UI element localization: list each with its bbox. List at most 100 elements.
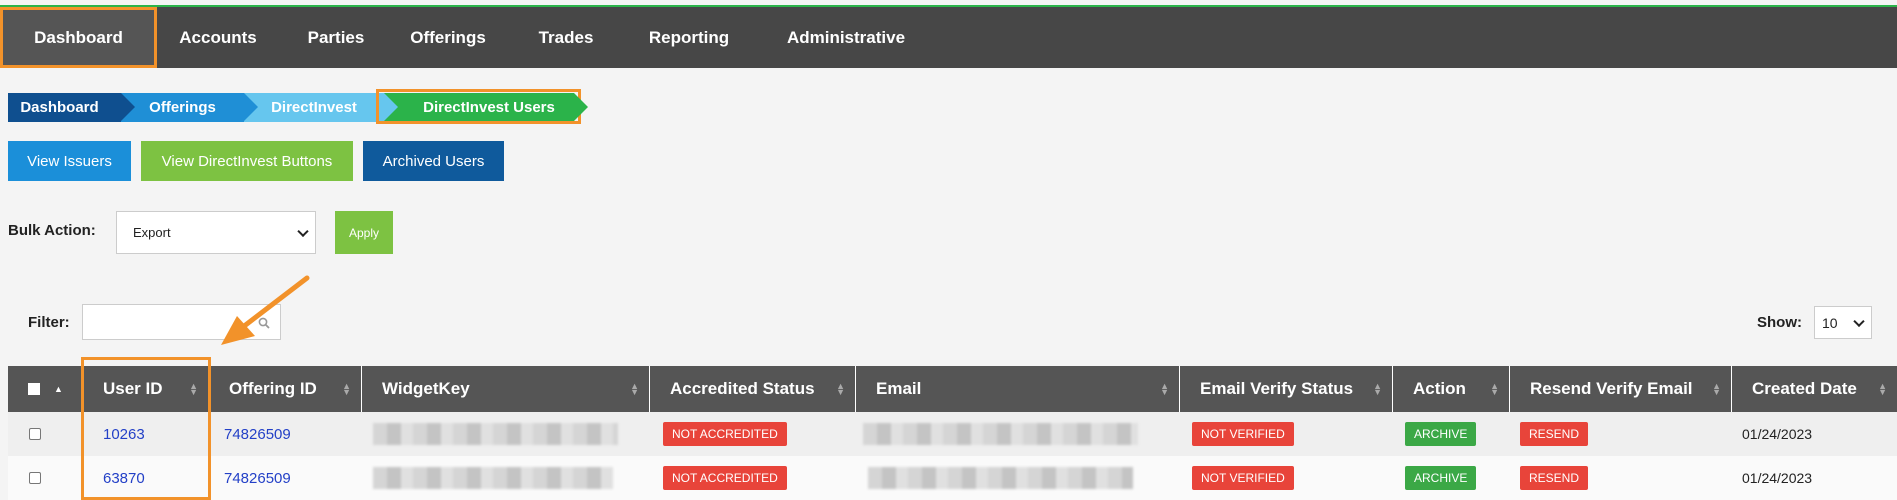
resend-cell: RESEND	[1520, 412, 1589, 456]
view-directinvest-buttons-button[interactable]: View DirectInvest Buttons	[141, 141, 353, 181]
accredited-status-badge: NOT ACCREDITED	[663, 422, 787, 446]
show-label: Show:	[1757, 314, 1802, 331]
breadcrumb-dashboard[interactable]: Dashboard	[8, 93, 135, 122]
breadcrumb-directinvest-label: DirectInvest	[271, 99, 357, 116]
main-nav: Dashboard Accounts Parties Offerings Tra…	[0, 7, 1897, 68]
offering-id-cell: 74826509	[224, 456, 291, 500]
breadcrumb-offerings[interactable]: Offerings	[121, 93, 258, 122]
sort-icon: ▲ ▼	[1878, 381, 1887, 397]
resend-cell: RESEND	[1520, 456, 1589, 500]
header-action-label: Action	[1413, 379, 1466, 398]
resend-button[interactable]: RESEND	[1520, 466, 1589, 490]
select-all-header[interactable]: ▲	[8, 366, 82, 412]
apply-button[interactable]: Apply	[335, 211, 393, 254]
nav-trades[interactable]: Trades	[503, 7, 629, 68]
breadcrumb-arrow-icon	[244, 93, 258, 121]
header-widgetkey-label: WidgetKey	[382, 379, 470, 398]
nav-reporting[interactable]: Reporting	[629, 7, 749, 68]
nav-offerings[interactable]: Offerings	[393, 7, 503, 68]
nav-parties-label: Parties	[307, 27, 365, 47]
nav-dashboard-label: Dashboard	[34, 27, 123, 47]
header-accredited-status[interactable]: Accredited Status ▲ ▼	[649, 366, 855, 412]
sort-icon: ▲ ▼	[1160, 381, 1169, 397]
redacted-email	[868, 467, 1133, 489]
row-checkbox[interactable]	[29, 472, 41, 484]
nav-parties[interactable]: Parties	[279, 7, 393, 68]
breadcrumb-arrow-icon	[574, 93, 588, 121]
view-issuers-label: View Issuers	[27, 152, 112, 170]
breadcrumb-offerings-label: Offerings	[149, 99, 216, 116]
apply-label: Apply	[348, 225, 380, 240]
header-accredited-status-label: Accredited Status	[670, 379, 815, 398]
archive-button[interactable]: ARCHIVE	[1405, 422, 1477, 446]
select-all-checkbox[interactable]	[28, 383, 40, 395]
resend-button[interactable]: RESEND	[1520, 422, 1589, 446]
header-email-verify-status-label: Email Verify Status	[1200, 379, 1354, 398]
view-issuers-button[interactable]: View Issuers	[8, 141, 131, 181]
header-resend-verify-email-label: Resend Verify Email	[1530, 379, 1693, 398]
offering-id-cell: 74826509	[224, 412, 291, 456]
header-offering-id[interactable]: Offering ID ▲ ▼	[208, 366, 361, 412]
row-select[interactable]	[29, 412, 41, 456]
header-created-date-label: Created Date	[1752, 379, 1857, 398]
sort-icon: ▲ ▼	[1490, 381, 1499, 397]
header-created-date[interactable]: Created Date ▲ ▼	[1731, 366, 1897, 412]
accredited-cell: NOT ACCREDITED	[663, 412, 787, 456]
row-select[interactable]	[29, 456, 41, 500]
email-cell	[863, 412, 1138, 456]
breadcrumb-arrow-icon	[121, 93, 135, 121]
redacted-widgetkey	[373, 467, 613, 489]
show-select[interactable]: 10	[1814, 306, 1872, 339]
redacted-email	[863, 423, 1138, 445]
nav-trades-label: Trades	[538, 27, 594, 47]
row-checkbox[interactable]	[29, 428, 41, 440]
top-accent	[0, 0, 1897, 8]
header-resend-verify-email[interactable]: Resend Verify Email ▲ ▼	[1509, 366, 1731, 412]
sort-icon: ▲ ▼	[1373, 381, 1382, 397]
nav-administrative-label: Administrative	[786, 27, 906, 47]
nav-accounts[interactable]: Accounts	[157, 7, 279, 68]
breadcrumb-arrow-icon	[384, 93, 398, 121]
filter-label: Filter:	[28, 314, 70, 331]
archived-users-button[interactable]: Archived Users	[363, 141, 504, 181]
redacted-widgetkey	[373, 423, 618, 445]
verify-cell: NOT VERIFIED	[1192, 412, 1294, 456]
table-header: ▲ User ID ▲ ▼ Offering ID ▲ ▼ WidgetKey ▲ ▼ Ac…	[8, 366, 1897, 412]
header-widgetkey[interactable]: WidgetKey ▲ ▼	[361, 366, 649, 412]
chevron-down-icon	[297, 225, 309, 237]
table-row: 10263 74826509 NOT ACCREDITED NOT VERIFI…	[8, 412, 1897, 456]
accredited-cell: NOT ACCREDITED	[663, 456, 787, 500]
header-email[interactable]: Email ▲ ▼	[855, 366, 1179, 412]
show-value: 10	[1822, 314, 1838, 331]
created-date-cell: 01/24/2023	[1742, 426, 1813, 442]
bulk-action-select[interactable]: Export	[116, 211, 316, 254]
chevron-down-icon	[1853, 315, 1865, 327]
nav-offerings-label: Offerings	[410, 27, 486, 47]
archive-button[interactable]: ARCHIVE	[1405, 466, 1477, 490]
header-offering-id-label: Offering ID	[229, 379, 317, 398]
sort-icon: ▲ ▼	[630, 381, 639, 397]
offering-id-link[interactable]: 74826509	[224, 470, 291, 487]
nav-accounts-label: Accounts	[179, 27, 257, 47]
action-cell: ARCHIVE	[1405, 412, 1477, 456]
nav-administrative[interactable]: Administrative	[749, 7, 943, 68]
breadcrumb-highlight	[376, 89, 581, 124]
sort-up-icon: ▲	[54, 384, 63, 394]
created-date-cell: 01/24/2023	[1742, 470, 1813, 486]
bulk-action-label: Bulk Action:	[8, 222, 96, 239]
nav-reporting-label: Reporting	[648, 27, 730, 47]
header-email-label: Email	[876, 379, 922, 398]
breadcrumb-directinvest[interactable]: DirectInvest	[244, 93, 398, 122]
nav-dashboard[interactable]: Dashboard	[0, 7, 157, 68]
header-action[interactable]: Action ▲ ▼	[1392, 366, 1509, 412]
email-cell	[868, 456, 1133, 500]
view-directinvest-buttons-label: View DirectInvest Buttons	[161, 152, 333, 170]
sort-icon: ▲ ▼	[1712, 381, 1721, 397]
widgetkey-cell	[373, 412, 618, 456]
user-id-column-highlight	[81, 357, 211, 500]
breadcrumb-dashboard-label: Dashboard	[20, 99, 99, 116]
offering-id-link[interactable]: 74826509	[224, 426, 291, 443]
header-email-verify-status[interactable]: Email Verify Status ▲ ▼	[1179, 366, 1392, 412]
widgetkey-cell	[373, 456, 613, 500]
annotation-arrow-icon	[221, 275, 310, 345]
